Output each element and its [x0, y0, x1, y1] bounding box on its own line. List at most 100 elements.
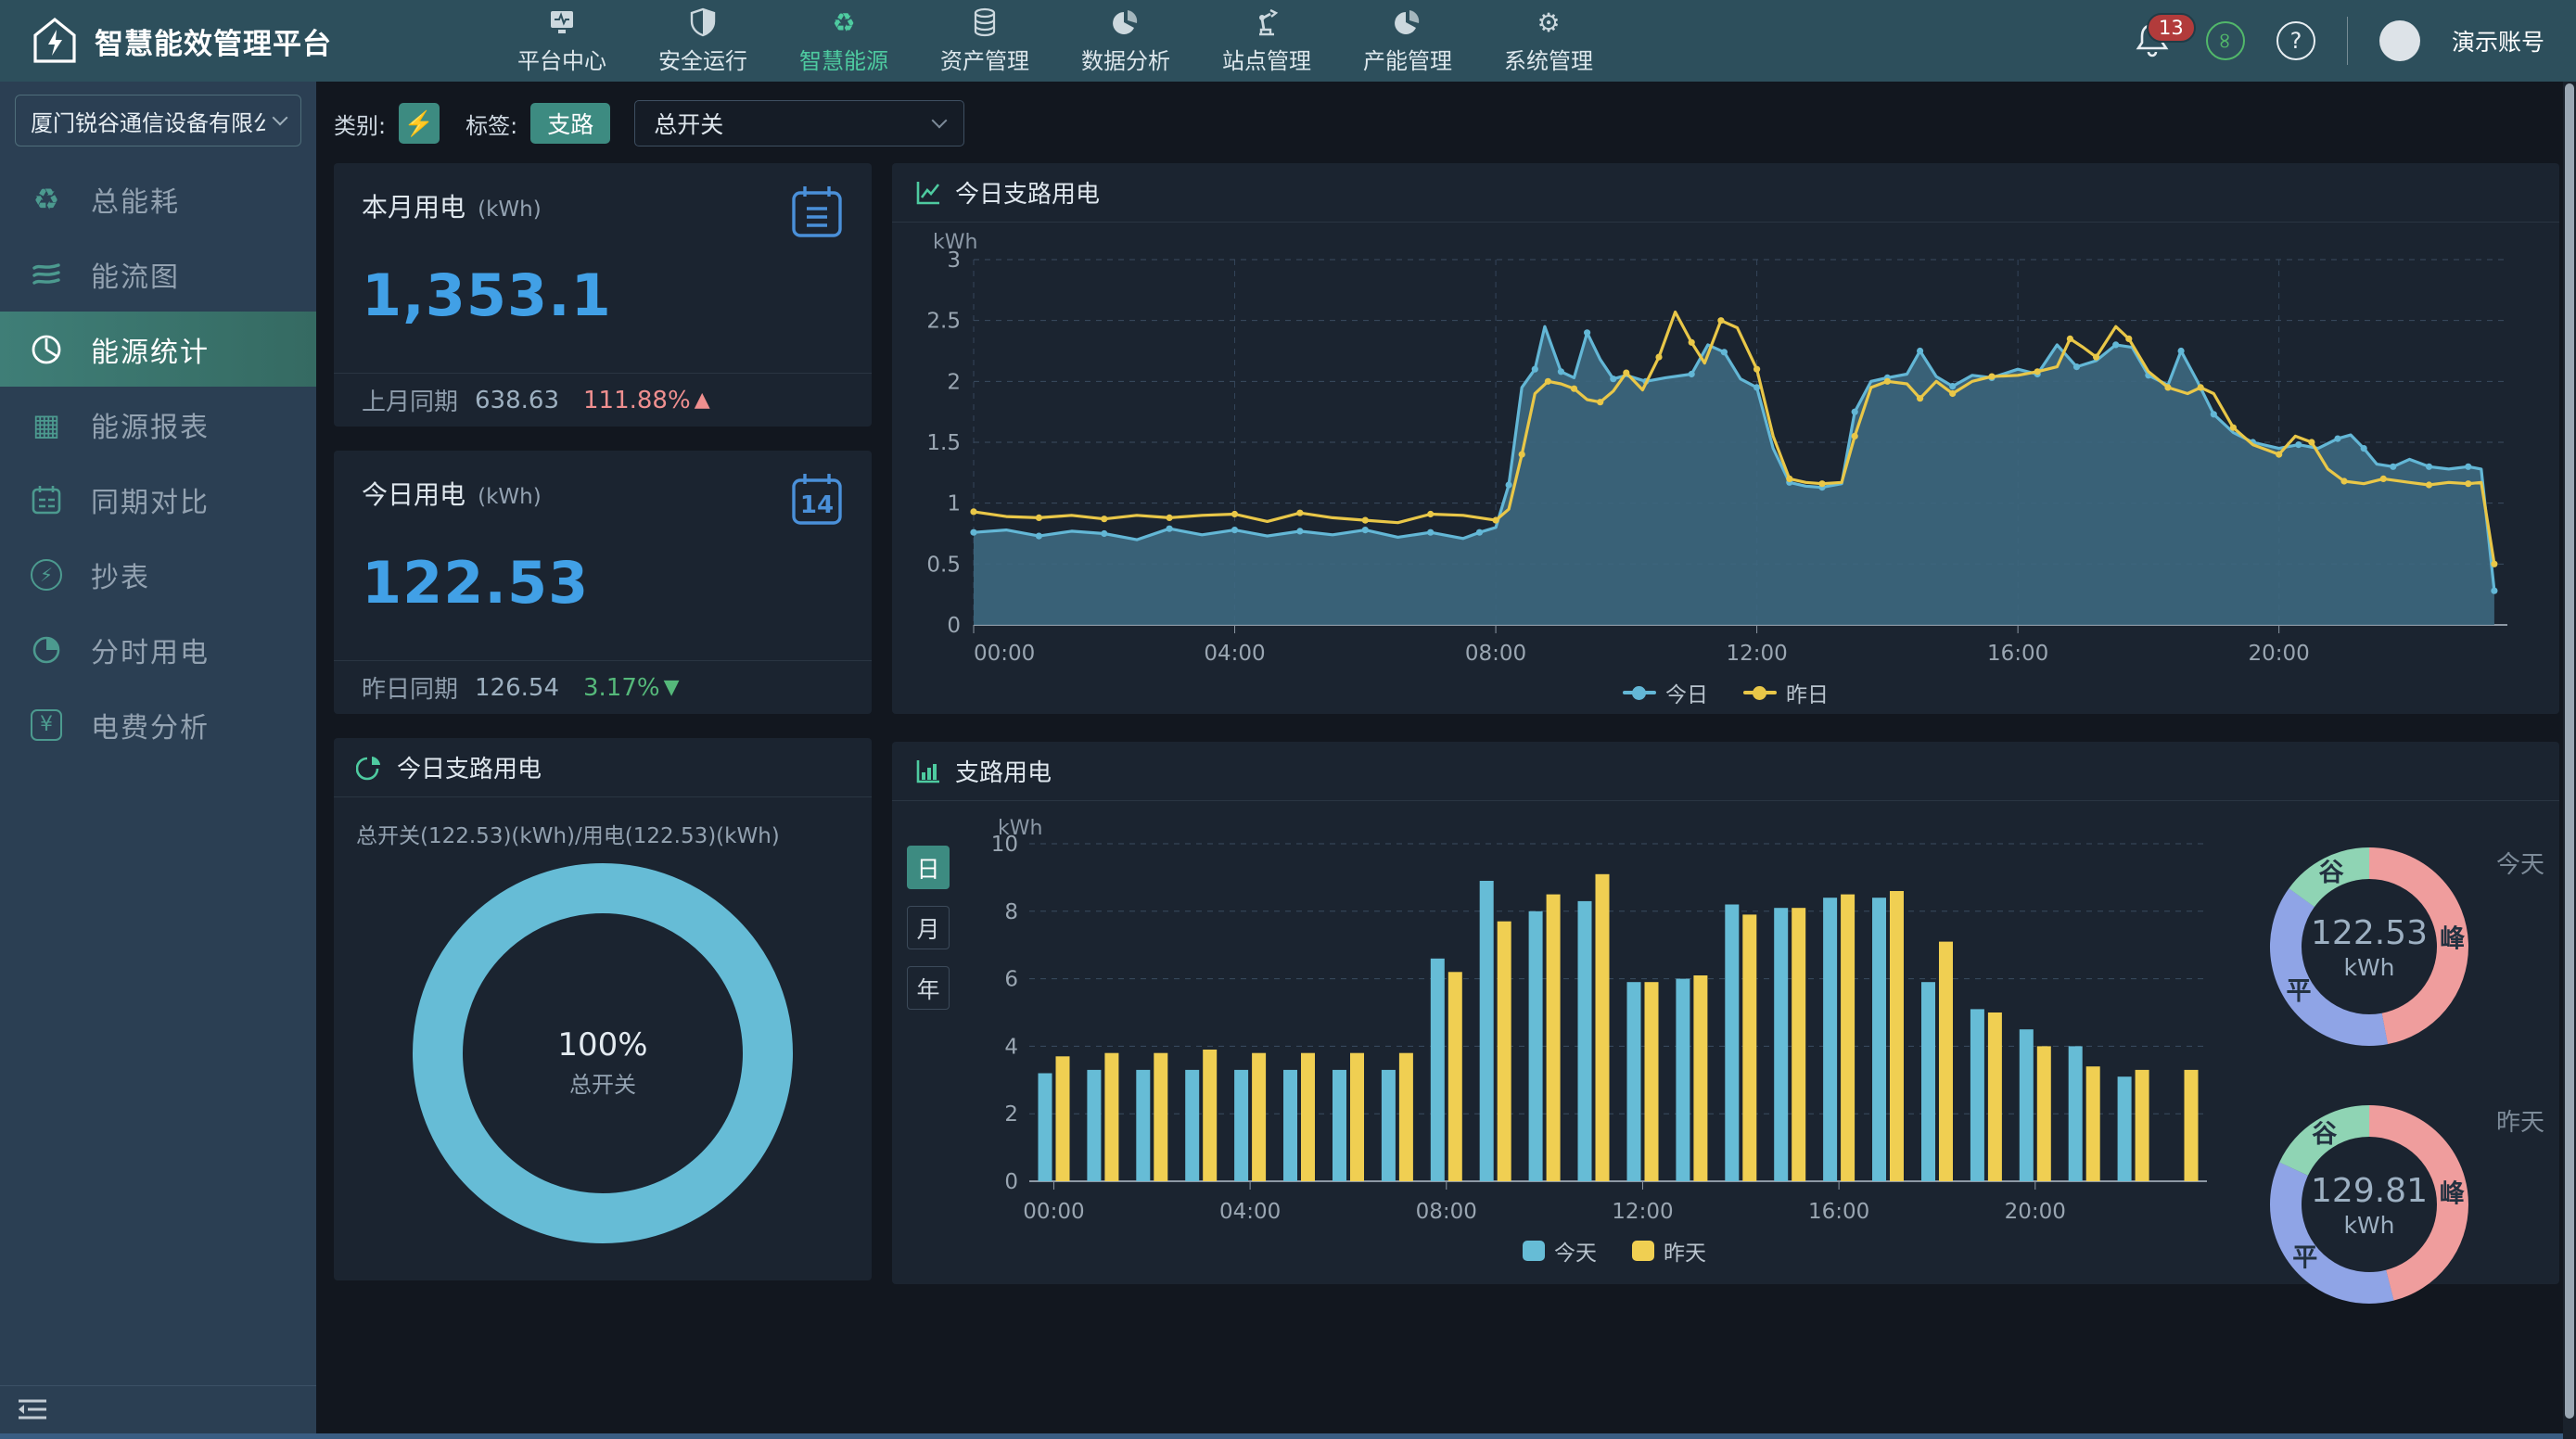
- notifications-button[interactable]: 13: [2134, 20, 2174, 61]
- svg-text:1.5: 1.5: [926, 431, 961, 455]
- nav-smart-energy[interactable]: ♻ 智慧能源: [799, 7, 888, 75]
- svg-text:20:00: 20:00: [2249, 642, 2310, 666]
- page-scrollbar[interactable]: [2563, 82, 2576, 1439]
- category-label: 类别:: [334, 108, 386, 140]
- legend-label: 今日: [1665, 677, 1708, 708]
- help-icon[interactable]: ?: [2276, 21, 2315, 60]
- day-usage-card: 今日用电 (kWh) 14 122.53 昨日同期 126.54 3.17% ▼: [334, 451, 872, 714]
- svg-text:6: 6: [1004, 968, 1018, 992]
- chart-title: 今日支路用电: [955, 175, 1100, 210]
- chart-title: 今日支路用电: [397, 750, 542, 784]
- sidebar-item-time-of-use[interactable]: 分时用电: [0, 612, 316, 687]
- pie-chart-icon: [1393, 7, 1422, 37]
- sidebar-item-total-energy[interactable]: ♻ 总能耗: [0, 161, 316, 236]
- period-year-button[interactable]: 年: [907, 966, 950, 1010]
- card-unit: (kWh): [478, 197, 542, 222]
- company-select[interactable]: 厦门锐谷通信设备有限公司: [15, 95, 301, 146]
- svg-text:2: 2: [1004, 1102, 1018, 1127]
- sidebar-item-energy-flow[interactable]: 能流图: [0, 236, 316, 312]
- flow-waves-icon: [28, 261, 65, 288]
- nav-system-management[interactable]: ⚙ 系统管理: [1504, 7, 1593, 75]
- monitor-icon: [547, 7, 577, 37]
- legend-today[interactable]: 今天: [1523, 1235, 1597, 1267]
- chevron-down-icon: [932, 113, 948, 129]
- sidebar-item-energy-report[interactable]: ▦ 能源报表: [0, 387, 316, 462]
- clock-quarter-icon: [28, 634, 65, 666]
- svg-text:峰: 峰: [2440, 925, 2465, 954]
- sidebar-item-label: 能源统计: [91, 329, 210, 370]
- chevron-down-icon: [273, 110, 288, 126]
- sidebar: 厦门锐谷通信设备有限公司 ♻ 总能耗 能流图 能源统计 ▦ 能源报表: [0, 82, 316, 1433]
- svg-text:16:00: 16:00: [1987, 642, 2048, 666]
- card-unit: (kWh): [478, 485, 542, 509]
- svg-text:1: 1: [947, 492, 961, 516]
- nav-platform-center[interactable]: 平台中心: [517, 7, 606, 75]
- gear-icon: ⚙: [1537, 7, 1560, 37]
- legend-marker: [1623, 691, 1656, 694]
- period-day-button[interactable]: 日: [907, 846, 950, 889]
- legend-marker: [1523, 1241, 1545, 1261]
- up-arrow-icon: ▲: [695, 388, 710, 412]
- svg-text:16:00: 16:00: [1808, 1200, 1869, 1224]
- legend-today[interactable]: 今日: [1623, 677, 1708, 708]
- shield-icon: [689, 7, 717, 37]
- period-month-button[interactable]: 月: [907, 906, 950, 949]
- nav-label: 智慧能源: [799, 43, 888, 75]
- divider: [2347, 17, 2348, 65]
- scrollbar-thumb[interactable]: [2565, 83, 2574, 1419]
- compare-value: 126.54: [475, 674, 559, 702]
- home-lightning-icon: [32, 17, 78, 65]
- svg-text:04:00: 04:00: [1204, 642, 1265, 666]
- svg-text:峰: 峰: [2440, 1180, 2465, 1209]
- period-buttons: 日 月 年: [907, 814, 976, 1320]
- main-content: 类别: ⚡ 标签: 支路 总开关 本月用电 (kWh) 1,353.1 上月同期…: [316, 82, 2563, 1439]
- sidebar-item-electricity-fee-analysis[interactable]: ¥ 电费分析: [0, 687, 316, 762]
- link-icon[interactable]: ∞: [2206, 21, 2245, 60]
- legend-label: 昨天: [1664, 1235, 1706, 1267]
- legend-yesterday[interactable]: 昨日: [1743, 677, 1829, 708]
- svg-text:kWh: kWh: [933, 231, 977, 254]
- total-switch-donut[interactable]: 100% 总开关: [408, 859, 797, 1248]
- lightning-circle-icon: ⚡: [28, 559, 65, 591]
- yen-search-icon: ¥: [28, 709, 65, 741]
- svg-text:00:00: 00:00: [1023, 1200, 1084, 1224]
- legend-label: 今天: [1554, 1235, 1597, 1267]
- category-electric-button[interactable]: ⚡: [399, 103, 440, 144]
- legend-yesterday[interactable]: 昨天: [1632, 1235, 1706, 1267]
- pie-icon: [356, 754, 384, 782]
- nav-site-management[interactable]: 站点管理: [1222, 7, 1311, 75]
- recycle-icon: ♻: [832, 7, 855, 37]
- sidebar-item-period-compare[interactable]: 同期对比: [0, 462, 316, 537]
- legend-marker: [1743, 691, 1777, 694]
- sidebar-item-energy-statistics[interactable]: 能源统计: [0, 312, 316, 387]
- svg-text:12:00: 12:00: [1612, 1200, 1673, 1224]
- collapse-sidebar-icon[interactable]: [17, 1398, 48, 1422]
- svg-text:平: 平: [2287, 977, 2312, 1006]
- today-circuit-donut-card: 今日支路用电 总开关(122.53)(kWh)/用电(122.53)(kWh) …: [334, 738, 872, 1280]
- svg-text:2.5: 2.5: [926, 310, 961, 334]
- nav-data-analysis[interactable]: 数据分析: [1081, 7, 1170, 75]
- day-usage-value: 122.53: [362, 549, 844, 617]
- nav-safe-operation[interactable]: 安全运行: [658, 7, 747, 75]
- account-name[interactable]: 演示账号: [2452, 24, 2544, 57]
- switch-select[interactable]: 总开关: [634, 100, 964, 146]
- nav-capacity-management[interactable]: 产能管理: [1363, 7, 1452, 75]
- bar-chart[interactable]: 0246810kWh00:0004:0008:0012:0016:0020:00: [976, 814, 2218, 1231]
- bottom-strip: [0, 1433, 2563, 1439]
- tou-today-donut[interactable]: 122.53 kWh 峰平谷: [2253, 831, 2485, 1063]
- tou-yesterday-donut[interactable]: 129.81 kWh 峰平谷: [2253, 1089, 2485, 1320]
- top-nav: 平台中心 安全运行 ♻ 智慧能源 资产管理 数据分析: [517, 7, 1593, 75]
- legend-label: 昨日: [1786, 677, 1829, 708]
- svg-text:129.81: 129.81: [2311, 1172, 2428, 1210]
- svg-text:平: 平: [2292, 1243, 2317, 1272]
- avatar[interactable]: [2379, 20, 2420, 61]
- month-usage-card: 本月用电 (kWh) 1,353.1 上月同期 638.63 111.88% ▲: [334, 163, 872, 427]
- tag-branch-button[interactable]: 支路: [530, 103, 610, 144]
- sidebar-item-meter-reading[interactable]: ⚡ 抄表: [0, 537, 316, 612]
- svg-text:12:00: 12:00: [1726, 642, 1787, 666]
- line-chart[interactable]: 00:0004:0008:0012:0016:0020:0000.511.522…: [911, 228, 2543, 673]
- compare-value: 638.63: [475, 387, 559, 414]
- card-title: 今日用电: [362, 479, 465, 510]
- nav-asset-management[interactable]: 资产管理: [940, 7, 1029, 75]
- nav-label: 系统管理: [1504, 43, 1593, 75]
